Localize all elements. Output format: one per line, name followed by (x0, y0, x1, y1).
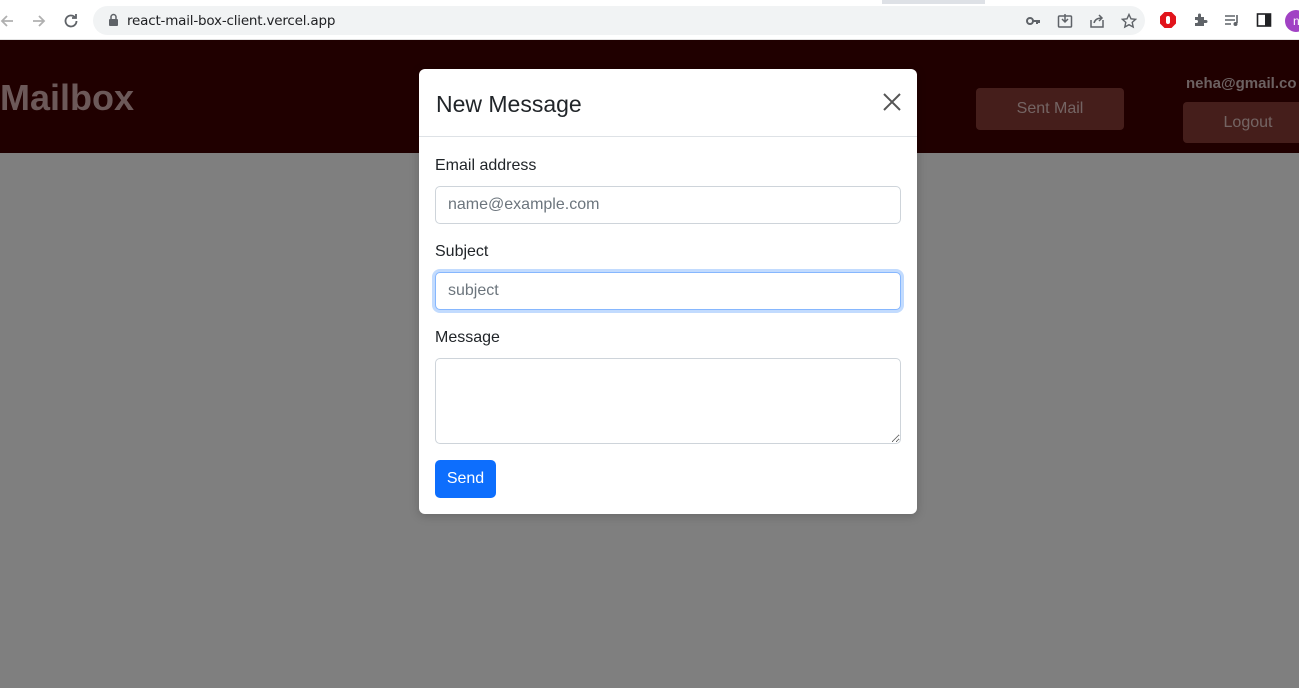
profile-avatar[interactable]: n (1285, 10, 1299, 32)
url-text: react-mail-box-client.vercel.app (127, 13, 336, 29)
address-bar[interactable]: react-mail-box-client.vercel.app (93, 6, 1145, 35)
install-icon[interactable] (1055, 11, 1075, 31)
sidepanel-icon[interactable] (1254, 10, 1274, 30)
media-icon[interactable] (1222, 10, 1242, 30)
subject-field[interactable] (435, 272, 901, 310)
tab-strip (0, 0, 1299, 4)
close-icon[interactable] (881, 91, 903, 113)
modal-title: New Message (436, 91, 582, 117)
email-label: Email address (435, 157, 537, 174)
key-icon[interactable] (1023, 11, 1043, 31)
email-field[interactable] (435, 186, 901, 224)
share-icon[interactable] (1087, 11, 1107, 31)
lock-icon (109, 13, 118, 26)
compose-modal: New Message Email address Subject Messag… (419, 69, 917, 514)
adblock-icon[interactable] (1158, 10, 1178, 30)
extensions-icon[interactable] (1190, 10, 1210, 30)
reload-icon[interactable] (60, 10, 82, 32)
modal-header: New Message (419, 69, 917, 137)
send-button[interactable]: Send (435, 460, 496, 498)
subject-label: Subject (435, 243, 489, 260)
forward-arrow-icon[interactable] (28, 10, 50, 32)
star-icon[interactable] (1119, 11, 1139, 31)
browser-toolbar: react-mail-box-client.vercel.app n (0, 0, 1299, 40)
message-label: Message (435, 329, 500, 346)
back-arrow-icon[interactable] (0, 10, 18, 32)
message-field[interactable] (435, 358, 901, 444)
